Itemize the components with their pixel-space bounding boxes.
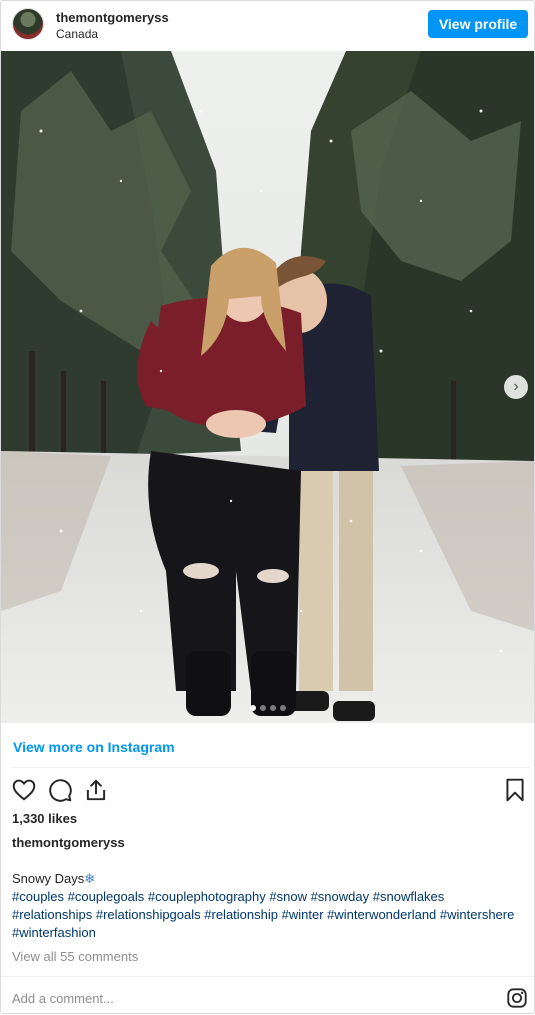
post-owner-username[interactable]: themontgomeryss bbox=[12, 835, 125, 850]
hashtag-link[interactable]: #winterwonderland bbox=[327, 907, 436, 922]
hashtag-link[interactable]: #winter bbox=[282, 907, 324, 922]
add-comment-input[interactable]: Add a comment... bbox=[12, 991, 114, 1006]
hashtag-link[interactable]: #winterfashion bbox=[12, 925, 96, 940]
username[interactable]: themontgomeryss bbox=[56, 10, 169, 26]
hashtag-link[interactable]: #relationship bbox=[204, 907, 278, 922]
hashtag-link[interactable]: #wintershere bbox=[440, 907, 514, 922]
location[interactable]: Canada bbox=[56, 26, 169, 42]
photo-illustration bbox=[1, 51, 534, 723]
view-profile-button[interactable]: View profile bbox=[428, 10, 528, 38]
hashtag-link[interactable]: #couplephotography bbox=[148, 889, 266, 904]
carousel-dot bbox=[259, 705, 266, 711]
snowflake-emoji: ❄ bbox=[84, 871, 96, 886]
avatar[interactable] bbox=[12, 8, 44, 40]
share-icon[interactable] bbox=[83, 777, 109, 803]
carousel-dot bbox=[269, 705, 276, 711]
view-more-link[interactable]: View more on Instagram bbox=[13, 739, 175, 755]
hashtag-link[interactable]: #relationshipgoals bbox=[96, 907, 201, 922]
caption: Snowy Days❄ #couples #couplegoals #coupl… bbox=[12, 870, 522, 942]
hashtag-link[interactable]: #snowday bbox=[311, 889, 370, 904]
hashtag-list: #couples #couplegoals #couplephotography… bbox=[12, 888, 522, 942]
comment-icon[interactable] bbox=[47, 777, 73, 803]
action-bar bbox=[1, 775, 534, 807]
likes-count[interactable]: 1,330 likes bbox=[12, 811, 77, 826]
view-comments-link[interactable]: View all 55 comments bbox=[12, 949, 138, 964]
hashtag-link[interactable]: #couples bbox=[12, 889, 64, 904]
post-header: themontgomeryss Canada View profile bbox=[1, 1, 534, 49]
instagram-logo-icon[interactable] bbox=[506, 987, 528, 1009]
next-photo-button[interactable]: › bbox=[504, 375, 528, 399]
heart-icon[interactable] bbox=[11, 777, 37, 803]
carousel-dot bbox=[249, 705, 256, 711]
caption-text: Snowy Days bbox=[12, 871, 85, 886]
divider bbox=[12, 767, 530, 768]
hashtag-link[interactable]: #relationships bbox=[12, 907, 92, 922]
carousel-dot bbox=[279, 705, 286, 711]
bookmark-icon[interactable] bbox=[502, 777, 528, 803]
user-block: themontgomeryss Canada bbox=[56, 10, 169, 42]
chevron-right-icon: › bbox=[513, 378, 519, 395]
instagram-embed: themontgomeryss Canada View profile › Vi… bbox=[0, 0, 535, 1014]
hashtag-link[interactable]: #snowflakes bbox=[373, 889, 445, 904]
post-photo[interactable]: › bbox=[1, 51, 534, 723]
hashtag-link[interactable]: #snow bbox=[269, 889, 307, 904]
comment-bar: Add a comment... bbox=[1, 976, 534, 1015]
hashtag-link[interactable]: #couplegoals bbox=[68, 889, 145, 904]
carousel-dots bbox=[249, 705, 286, 711]
